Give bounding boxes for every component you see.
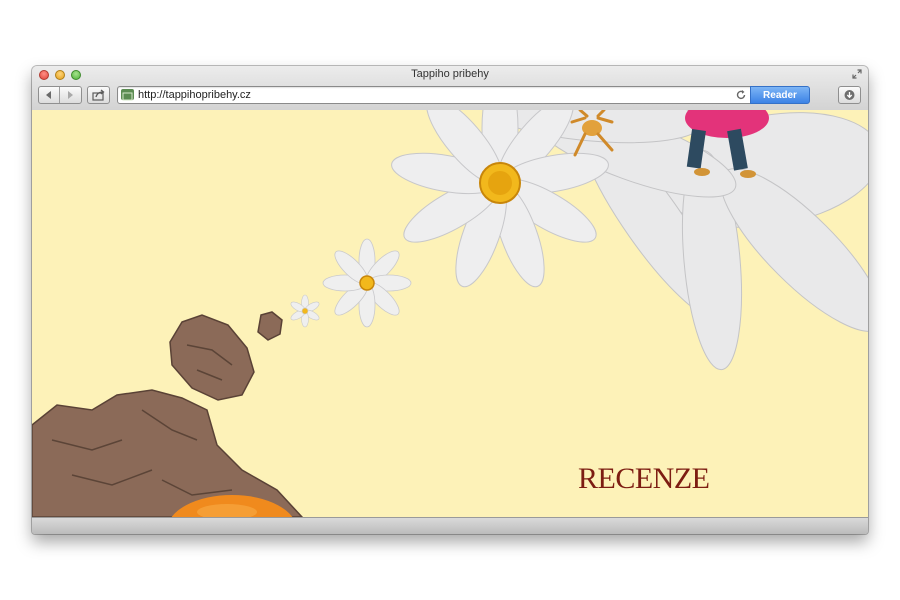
reviews-link[interactable]: RECENZE	[578, 462, 710, 496]
site-favicon	[121, 89, 134, 101]
share-button[interactable]	[87, 86, 110, 104]
address-bar[interactable]: http://tappihopribehy.cz Reader	[117, 86, 810, 104]
rock-illustration	[32, 311, 304, 517]
forward-button[interactable]	[60, 87, 80, 103]
reload-icon[interactable]	[735, 89, 747, 101]
navigation-buttons	[38, 86, 82, 104]
small-daisy-illustration	[322, 238, 412, 328]
status-bar	[32, 517, 868, 534]
browser-toolbar: Tappiho pribehy http://tappihopribehy.cz…	[32, 66, 868, 111]
back-arrow-icon	[46, 91, 51, 99]
page-content: RECENZE	[32, 110, 868, 517]
window-title: Tappiho pribehy	[411, 68, 489, 80]
downloads-button[interactable]	[838, 86, 861, 104]
reader-button[interactable]: Reader	[750, 86, 810, 104]
tiny-daisy-illustration	[290, 294, 320, 328]
url-text[interactable]: http://tappihopribehy.cz	[138, 88, 251, 102]
fullscreen-icon[interactable]	[852, 69, 862, 79]
download-icon	[844, 90, 855, 100]
share-icon	[92, 89, 105, 101]
back-button[interactable]	[39, 87, 59, 103]
browser-window: Tappiho pribehy http://tappihopribehy.cz…	[32, 66, 868, 534]
illustration	[32, 110, 868, 517]
forward-arrow-icon	[68, 91, 73, 99]
